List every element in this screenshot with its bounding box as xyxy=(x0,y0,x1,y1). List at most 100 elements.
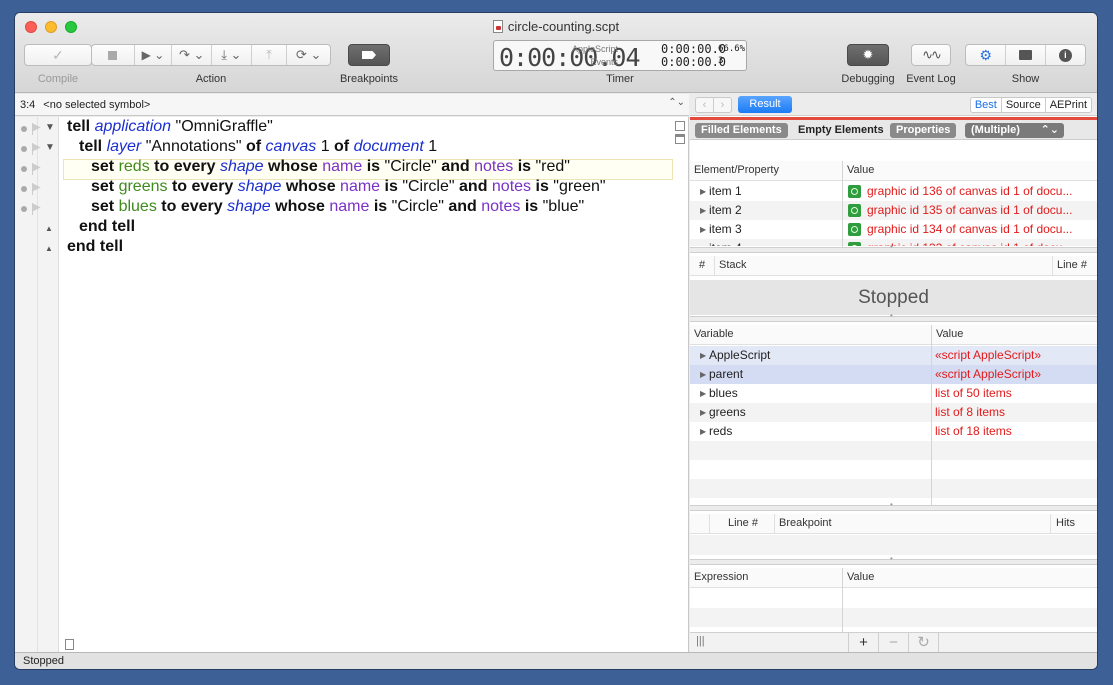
fold-close-icon[interactable]: ▲ xyxy=(45,244,53,253)
debugging-toggle-button[interactable]: ✹ xyxy=(847,44,889,66)
add-expression-button[interactable]: + xyxy=(848,633,878,653)
breakpoint-slot-icon[interactable] xyxy=(32,142,41,155)
breakpoints-toggle-button[interactable] xyxy=(348,44,390,66)
code-line[interactable]: end tell xyxy=(67,217,606,237)
breakpoint-slot-icon[interactable] xyxy=(32,122,41,135)
result-history-arrows: ‹ › xyxy=(695,97,732,113)
code-line[interactable]: tell application "OmniGraffle" xyxy=(67,117,606,137)
pane-splitter[interactable] xyxy=(690,242,1097,253)
disclosure-triangle-icon[interactable]: ▶ xyxy=(700,239,706,246)
gutter-row[interactable]: ▲ xyxy=(15,239,59,259)
step-into-button[interactable]: ⤓ ⌄ xyxy=(211,45,251,65)
column-value[interactable]: Value xyxy=(936,328,963,340)
column-element-property[interactable]: Element/Property xyxy=(694,164,779,176)
symbol-navigator-bar[interactable]: 3:4 <no selected symbol> ⌃⌄ xyxy=(15,94,689,116)
code-token: tell xyxy=(67,118,95,135)
code-line[interactable]: end tell xyxy=(67,237,606,257)
disclosure-triangle-icon[interactable]: ▶ xyxy=(700,403,706,422)
breakpoint-slot-icon[interactable] xyxy=(32,182,41,195)
table-row[interactable]: ▶ blues list of 50 items xyxy=(690,384,1097,403)
code-line[interactable]: set blues to every shape whose name is "… xyxy=(67,197,606,217)
table-row[interactable]: ▶ item 2 graphic id 135 of canvas id 1 of … xyxy=(690,201,1097,220)
column-line-number[interactable]: Line # xyxy=(728,517,758,529)
column-hits[interactable]: Hits xyxy=(1056,517,1075,529)
show-library-button[interactable] xyxy=(1005,45,1044,65)
properties-dropdown[interactable]: (Multiple) ⌃⌄ xyxy=(965,123,1064,138)
column-value[interactable]: Value xyxy=(847,164,874,176)
disclosure-triangle-icon[interactable]: ▶ xyxy=(700,365,706,384)
forward-arrow-icon[interactable]: › xyxy=(713,98,731,112)
code-line[interactable]: tell layer "Annotations" of canvas 1 of … xyxy=(67,137,606,157)
table-row[interactable]: ▶ item 3 graphic id 134 of canvas id 1 of … xyxy=(690,220,1097,239)
step-out-button[interactable]: ⤒ xyxy=(250,45,287,65)
column-stack[interactable]: Stack xyxy=(719,259,747,271)
code-line[interactable]: set reds to every shape whose name is "C… xyxy=(67,157,606,177)
back-arrow-icon[interactable]: ‹ xyxy=(696,98,713,112)
properties-button[interactable]: Properties xyxy=(890,123,957,138)
result-button[interactable]: Result xyxy=(738,96,792,113)
variable-name: parent xyxy=(709,367,744,381)
compile-button[interactable]: ✓ xyxy=(24,44,92,66)
table-row[interactable]: ▶ parent «script AppleScript» xyxy=(690,365,1097,384)
pane-splitter[interactable] xyxy=(690,500,1097,511)
pane-splitter[interactable] xyxy=(690,311,1097,322)
column-breakpoint[interactable]: Breakpoint xyxy=(779,517,832,529)
code-token: set xyxy=(91,158,119,175)
gutter-row[interactable] xyxy=(15,199,59,219)
column-resize-icon[interactable]: ||| xyxy=(696,635,705,647)
table-row[interactable]: ▶ item 1 graphic id 136 of canvas id 1 of … xyxy=(690,182,1097,201)
event-log-button[interactable]: ∿∿ xyxy=(911,44,951,66)
fold-open-icon[interactable]: ▼ xyxy=(45,122,55,133)
disclosure-triangle-icon[interactable]: ▶ xyxy=(700,220,706,239)
table-row[interactable]: ▶item 4 graphic id 133 of canvas id 1 of … xyxy=(690,239,1097,246)
column-variable[interactable]: Variable xyxy=(694,328,734,340)
gutter-row[interactable] xyxy=(15,179,59,199)
element-name: item 3 xyxy=(709,222,742,236)
disclosure-triangle-icon[interactable]: ▶ xyxy=(700,346,706,365)
disclosure-triangle-icon[interactable]: ▶ xyxy=(700,422,706,441)
view-best-button[interactable]: Best xyxy=(971,98,1001,112)
table-row[interactable]: ▶ AppleScript «script AppleScript» xyxy=(690,346,1097,365)
code-line[interactable]: set greens to every shape whose name is … xyxy=(67,177,606,197)
column-number[interactable]: # xyxy=(699,259,705,271)
gutter-row[interactable]: ▲ xyxy=(15,219,59,239)
code-text[interactable]: tell application "OmniGraffle" tell layer… xyxy=(67,117,606,257)
symbol-selector[interactable]: <no selected symbol> xyxy=(43,99,150,111)
continue-button[interactable]: ⟳ ⌄ xyxy=(286,45,330,65)
split-view-icon[interactable] xyxy=(675,121,685,131)
step-over-button[interactable]: ↷ ⌄ xyxy=(171,45,211,65)
empty-elements-button[interactable]: Empty Elements xyxy=(792,123,890,138)
column-separator xyxy=(774,514,775,533)
table-row[interactable]: ▶ greens list of 8 items xyxy=(690,403,1097,422)
gutter-row[interactable]: ▼ xyxy=(15,139,59,159)
stop-button[interactable] xyxy=(92,45,134,65)
ruler-icon[interactable] xyxy=(675,134,685,144)
show-gears-button[interactable]: ⚙ xyxy=(966,45,1005,65)
filled-elements-button[interactable]: Filled Elements xyxy=(695,123,788,138)
step-over-icon: ↷ ⌄ xyxy=(178,47,205,62)
disclosure-triangle-icon[interactable]: ▶ xyxy=(700,201,706,220)
script-editor[interactable]: ▼ ▼ ▲ ▲ tell application "OmniGraffle"te… xyxy=(15,117,689,652)
gutter-row[interactable] xyxy=(15,159,59,179)
pane-splitter[interactable] xyxy=(690,554,1097,565)
run-button[interactable]: ▶ ⌄ xyxy=(133,45,172,65)
fold-close-icon[interactable]: ▲ xyxy=(45,224,53,233)
breakpoint-slot-icon[interactable] xyxy=(32,162,41,175)
table-row[interactable]: ▶ reds list of 18 items xyxy=(690,422,1097,441)
view-source-button[interactable]: Source xyxy=(1000,98,1045,112)
remove-expression-button[interactable]: − xyxy=(878,633,908,653)
disclosure-triangle-icon[interactable]: ▶ xyxy=(700,384,706,403)
disclosure-triangle-icon[interactable]: ▶ xyxy=(700,182,706,201)
gutter-row[interactable]: ▼ xyxy=(15,119,59,139)
page-corner-icon[interactable] xyxy=(65,639,74,650)
empty-row xyxy=(690,460,1097,479)
refresh-expression-button[interactable]: ↻ xyxy=(908,633,938,653)
view-aeprint-button[interactable]: AEPrint xyxy=(1044,98,1091,112)
column-value[interactable]: Value xyxy=(847,571,874,583)
bug-icon: ✹ xyxy=(862,47,874,62)
column-line-number[interactable]: Line # xyxy=(1057,259,1087,271)
show-info-button[interactable]: i xyxy=(1044,45,1085,65)
fold-open-icon[interactable]: ▼ xyxy=(45,142,55,153)
column-expression[interactable]: Expression xyxy=(694,571,748,583)
breakpoint-slot-icon[interactable] xyxy=(32,202,41,215)
